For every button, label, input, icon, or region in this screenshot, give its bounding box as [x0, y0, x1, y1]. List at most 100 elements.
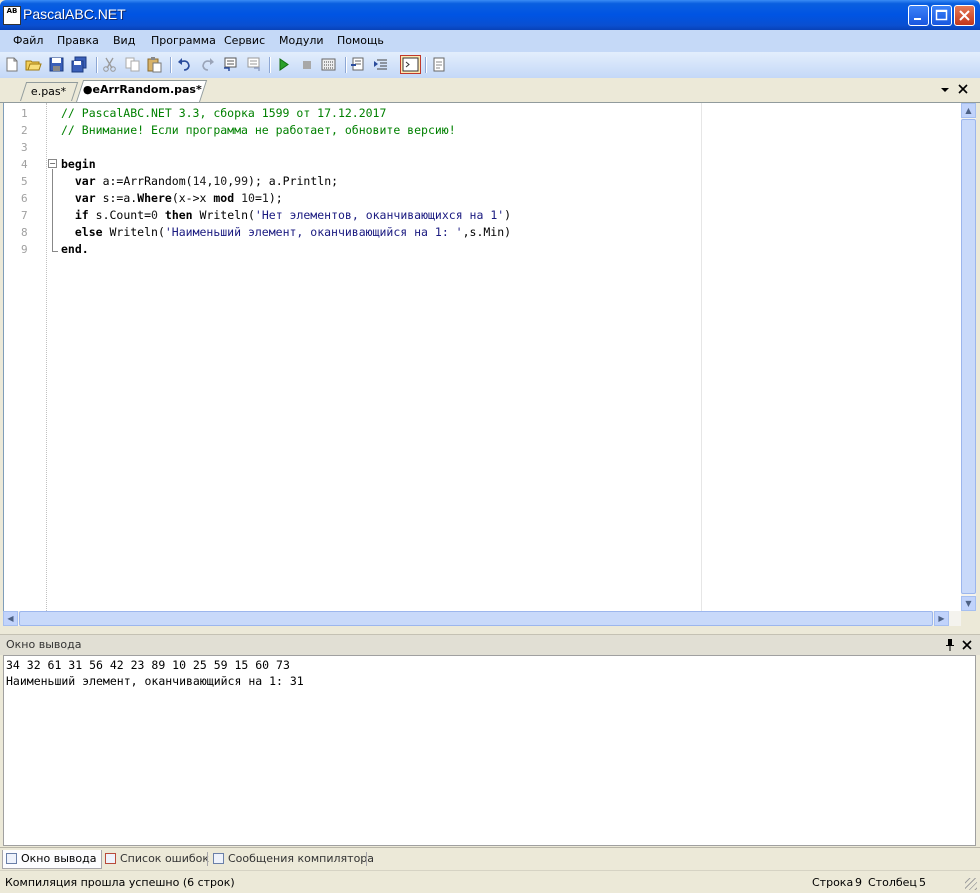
editor-vertical-scrollbar[interactable]: ▲ ▼ — [961, 103, 976, 611]
compile-icon[interactable] — [320, 56, 337, 73]
tab-e-pas[interactable]: e.pas* — [20, 82, 79, 101]
vertical-scroll-thumb[interactable] — [961, 119, 976, 594]
code-line: var s:=a.Where(x->x mod 10=1); — [74, 191, 283, 205]
copy-icon[interactable] — [124, 56, 141, 73]
toolbar-separator — [345, 57, 347, 73]
tab-label: Сообщения компилятора — [228, 852, 375, 865]
code-line: // PascalABC.NET 3.3, сборка 1599 от 17.… — [61, 106, 387, 120]
line-number: 1 — [21, 107, 28, 120]
line-number: 9 — [21, 243, 28, 256]
minimize-icon — [914, 18, 921, 20]
pin-icon — [946, 639, 954, 651]
scroll-up-button[interactable]: ▲ — [961, 103, 976, 118]
fold-guide — [52, 169, 53, 251]
status-col-label: Столбец — [868, 876, 917, 889]
horizontal-scroll-thumb[interactable] — [19, 611, 933, 626]
cut-icon[interactable] — [101, 56, 118, 73]
output-pane-title: Окно вывода — [6, 638, 82, 651]
toolbar-separator — [170, 57, 172, 73]
status-row-label: Строка — [812, 876, 854, 889]
tab-error-list[interactable]: Список ошибок — [102, 850, 209, 868]
save-icon[interactable] — [48, 56, 65, 73]
tab-list-dropdown[interactable] — [940, 85, 950, 98]
save-all-icon[interactable] — [71, 56, 88, 73]
line-number: 8 — [21, 226, 28, 239]
fold-guide-end — [52, 251, 58, 252]
comment-icon[interactable] — [222, 56, 239, 73]
status-col-value: 5 — [919, 876, 926, 889]
right-margin-guide — [701, 103, 702, 611]
tab-output-window[interactable]: Окно вывода — [2, 850, 102, 869]
open-icon[interactable] — [25, 56, 42, 73]
tab-label: Список ошибок — [120, 852, 210, 865]
status-bar: Компиляция прошла успешно (6 строк) Стро… — [0, 870, 980, 893]
line-number: 7 — [21, 209, 28, 222]
uncomment-icon[interactable] — [245, 56, 262, 73]
tab-label: e.pas* — [31, 85, 67, 98]
new-file-icon[interactable] — [3, 56, 20, 73]
console-icon[interactable] — [400, 55, 421, 74]
tab-label: Окно вывода — [21, 852, 97, 865]
editor-horizontal-scrollbar[interactable]: ◀ ▶ — [3, 611, 961, 626]
code-line: // Внимание! Если программа не работает,… — [61, 123, 456, 137]
line-number: 2 — [21, 124, 28, 137]
scroll-right-button[interactable]: ▶ — [934, 611, 949, 626]
app-icon: AB — [3, 6, 21, 25]
output-line: Наименьший элемент, оканчивающийся на 1:… — [6, 674, 304, 688]
paste-icon[interactable] — [146, 56, 163, 73]
step-into-icon[interactable] — [350, 56, 367, 73]
code-editor[interactable]: 1 2 3 4 5 6 7 8 9 − // PascalABC.NET 3.3… — [3, 103, 962, 611]
tab-compiler-messages[interactable]: Сообщения компилятора — [210, 850, 374, 868]
menu-file[interactable]: Файл — [13, 34, 43, 47]
close-tab-button[interactable] — [957, 83, 969, 98]
code-line: begin — [61, 157, 96, 171]
tab-earrrandom-pas[interactable]: ●eArrRandom.pas* — [76, 80, 208, 102]
close-window-button[interactable] — [954, 5, 975, 26]
menu-modules[interactable]: Модули — [279, 34, 324, 47]
line-number: 3 — [21, 141, 28, 154]
gutter-divider — [46, 103, 48, 611]
output-line: 34 32 61 31 56 42 23 89 10 25 59 15 60 7… — [6, 658, 290, 672]
run-icon[interactable] — [275, 56, 292, 73]
close-icon — [959, 10, 970, 21]
menu-service[interactable]: Сервис — [224, 34, 265, 47]
toolbar-separator — [425, 57, 427, 73]
close-icon — [958, 84, 968, 94]
maximize-icon — [935, 9, 948, 21]
code-line: var a:=ArrRandom(14,10,99); a.Println; — [74, 174, 339, 188]
tab-separator — [366, 852, 367, 866]
menu-help[interactable]: Помощь — [337, 34, 384, 47]
redo-icon[interactable] — [199, 56, 216, 73]
resize-grip[interactable] — [965, 878, 977, 890]
minimize-button[interactable] — [908, 5, 929, 26]
tab-label: ●eArrRandom.pas* — [82, 83, 202, 96]
close-output-button[interactable] — [961, 639, 973, 654]
undo-icon[interactable] — [176, 56, 193, 73]
menu-edit[interactable]: Правка — [57, 34, 99, 47]
line-number: 5 — [21, 175, 28, 188]
code-line: end. — [61, 242, 89, 256]
fold-toggle-icon[interactable]: − — [48, 159, 57, 168]
maximize-button[interactable] — [931, 5, 952, 26]
output-icon[interactable] — [431, 56, 448, 73]
app-icon-text: AB — [6, 7, 18, 15]
line-number-gutter: 1 2 3 4 5 6 7 8 9 — [4, 103, 46, 611]
menu-view[interactable]: Вид — [113, 34, 135, 47]
title-bar[interactable]: AB PascalABC.NET — [0, 0, 980, 30]
output-window[interactable]: 34 32 61 31 56 42 23 89 10 25 59 15 60 7… — [3, 655, 976, 846]
line-number: 4 — [21, 158, 28, 171]
line-number: 6 — [21, 192, 28, 205]
code-line: if s.Count=0 then Writeln('Нет элементов… — [74, 208, 512, 222]
status-message: Компиляция прошла успешно (6 строк) — [5, 876, 235, 889]
step-over-icon[interactable] — [373, 56, 390, 73]
toolbar-separator — [96, 57, 98, 73]
window-title: PascalABC.NET — [23, 6, 126, 22]
close-icon — [962, 640, 972, 650]
pin-button[interactable] — [944, 638, 956, 655]
stop-icon[interactable] — [298, 56, 315, 73]
error-list-icon — [105, 853, 116, 864]
pane-splitter[interactable] — [0, 626, 980, 634]
menu-program[interactable]: Программа — [151, 34, 216, 47]
scroll-left-button[interactable]: ◀ — [3, 611, 18, 626]
scroll-down-button[interactable]: ▼ — [961, 596, 976, 611]
